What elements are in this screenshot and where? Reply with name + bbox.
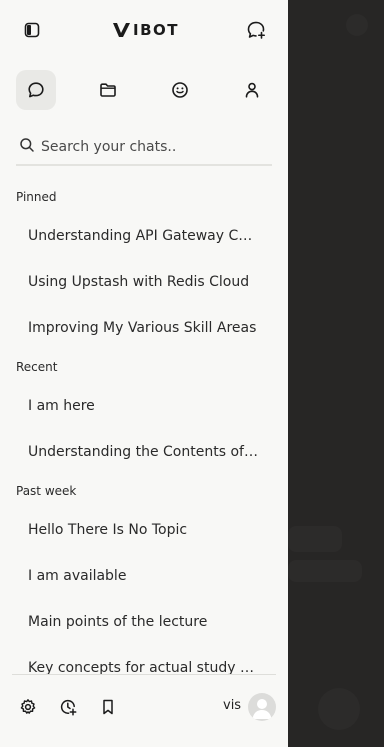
tab-profile[interactable] [232,70,272,110]
bookmark-icon [103,699,113,715]
app-screen: IBOT Search your chats.. Pinned Understa… [0,0,384,747]
new-chat-button[interactable] [245,19,267,41]
chat-item[interactable]: Main points of the lecture [28,614,260,630]
chat-list: Pinned Understanding API Gateway Configu… [0,180,288,674]
sidebar-toggle-button[interactable] [22,20,42,40]
sidebar-toggle-icon [24,22,40,38]
chat-item[interactable]: Understanding API Gateway Configuration [28,228,260,244]
search-bar [16,132,272,166]
user-icon [245,82,259,98]
smiley-icon [172,82,188,98]
search-input[interactable] [41,135,266,159]
chat-sidebar: IBOT Search your chats.. Pinned Understa… [0,0,288,747]
bookmark-button[interactable] [97,696,119,718]
history-button[interactable] [57,696,79,718]
backdrop-panel-shadow [288,526,342,552]
backdrop-avatar-shadow [346,14,368,36]
username: vis [223,698,242,713]
dimmed-backdrop[interactable] [288,0,384,747]
backdrop-panel-shadow-2 [288,560,362,582]
section-label-past-week: Past week [16,484,77,498]
backdrop-send-shadow [318,688,360,730]
avatar[interactable] [248,693,276,721]
chat-item[interactable]: I am available [28,568,260,584]
section-label-recent: Recent [16,360,58,374]
settings-button[interactable] [17,696,39,718]
chat-bubble-icon [28,82,44,98]
section-label-pinned: Pinned [16,190,57,204]
sidebar-header: IBOT [0,0,288,60]
chat-item[interactable]: I am here [28,398,260,414]
chat-item[interactable]: Using Upstash with Redis Cloud [28,274,260,290]
footer-divider [12,674,276,675]
brand-name: IBOT [133,21,179,39]
history-icon [60,699,77,716]
chat-item[interactable]: Key concepts for actual study plan [28,660,260,674]
brand-logo: IBOT [112,20,179,40]
tab-chats[interactable] [16,70,56,110]
settings-icon [20,699,36,714]
tab-emoji[interactable] [160,70,200,110]
search-icon [20,138,34,152]
tab-folders[interactable] [88,70,128,110]
new-chat-icon [247,21,265,39]
brand-v-mark [113,23,130,37]
chat-item[interactable]: Hello There Is No Topic [28,522,260,538]
default-avatar-icon [252,699,272,719]
chat-item[interactable]: Improving My Various Skill Areas [28,320,260,336]
folder-icon [100,83,116,97]
chat-item[interactable]: Understanding the Contents of Documents [28,444,260,460]
